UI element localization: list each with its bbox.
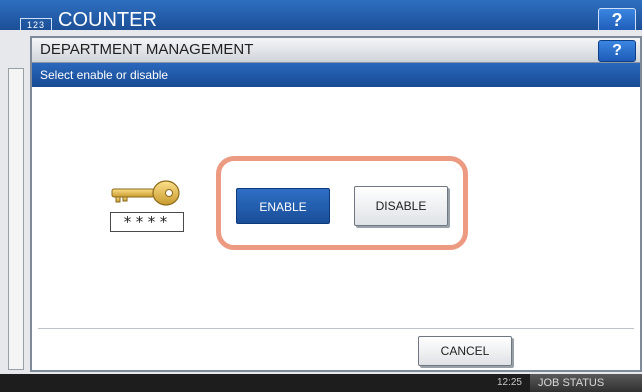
job-status-button[interactable]: JOB STATUS bbox=[530, 374, 642, 392]
dialog-titlebar: DEPARTMENT MANAGEMENT ? bbox=[32, 38, 640, 63]
clock-time: 12:25 bbox=[496, 377, 522, 388]
department-management-dialog: DEPARTMENT MANAGEMENT ? Select enable or… bbox=[30, 36, 642, 372]
disable-button[interactable]: DISABLE bbox=[354, 186, 448, 226]
counter-left-scroll bbox=[8, 68, 24, 370]
dialog-instruction-bar: Select enable or disable bbox=[32, 63, 640, 87]
counter-title: COUNTER bbox=[58, 9, 157, 31]
password-mask: **** bbox=[110, 212, 184, 232]
dialog-help-button[interactable]: ? bbox=[598, 40, 636, 62]
enable-button[interactable]: ENABLE bbox=[236, 188, 330, 224]
dialog-instruction: Select enable or disable bbox=[40, 68, 169, 82]
dialog-divider bbox=[38, 328, 634, 329]
counter-help-button[interactable]: ? bbox=[598, 8, 636, 32]
dialog-title: DEPARTMENT MANAGEMENT bbox=[40, 41, 254, 58]
key-icon bbox=[111, 180, 180, 206]
cancel-button[interactable]: CANCEL bbox=[418, 336, 512, 366]
